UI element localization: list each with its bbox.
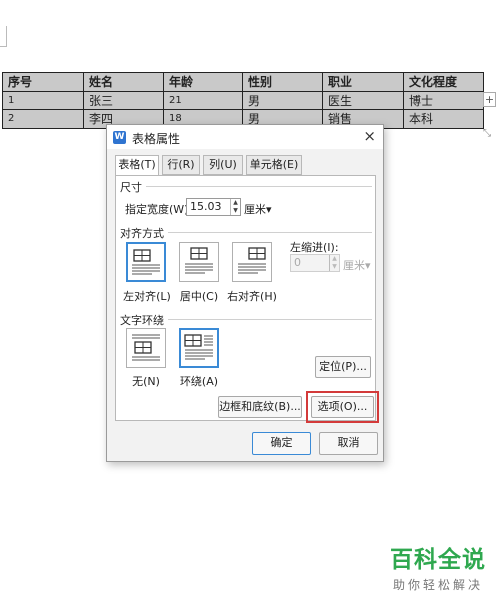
dialog-title: 表格属性	[132, 132, 181, 146]
left-indent-spinner[interactable]: 0 ▲ ▼	[290, 254, 340, 272]
wrap-group-label: 文字环绕	[120, 312, 168, 328]
left-indent-label: 左缩进(I):	[290, 241, 339, 254]
tab-row[interactable]: 行(R)	[162, 155, 200, 175]
spin-arrows-icon[interactable]: ▲ ▼	[329, 255, 339, 271]
align-right-icon	[238, 247, 266, 274]
left-indent-unit-select[interactable]: 厘米▾	[343, 257, 371, 273]
watermark-subtitle: 助你轻松解决	[392, 578, 483, 592]
options-highlight-box	[306, 391, 379, 423]
add-row-button[interactable]: +	[483, 92, 496, 107]
watermark: 百科全说 助你轻松解决	[390, 540, 486, 593]
wrap-none-option[interactable]	[126, 328, 166, 368]
align-left-label: 左对齐(L)	[123, 290, 171, 303]
align-center-icon	[185, 247, 213, 274]
table-row: 1 张三 21 男 医生 博士	[2, 90, 484, 110]
table-cell[interactable]: 2	[2, 109, 84, 129]
table-cell[interactable]: 本科	[403, 109, 484, 129]
close-icon[interactable]: ×	[363, 128, 376, 144]
tab-table[interactable]: 表格(T)	[115, 155, 159, 176]
table-header-row: 序号 姓名 年龄 性别 职业 文化程度	[2, 72, 484, 92]
cancel-button[interactable]: 取消	[319, 432, 378, 455]
align-center-option[interactable]	[179, 242, 219, 282]
tab-cell[interactable]: 单元格(E)	[246, 155, 302, 175]
table-header-cell[interactable]: 职业	[322, 72, 404, 92]
wps-app-icon: W	[113, 131, 126, 144]
table-header-cell[interactable]: 年龄	[163, 72, 243, 92]
table-resize-handle[interactable]: ⤡	[483, 128, 491, 139]
width-unit-select[interactable]: 厘米▾	[244, 201, 272, 217]
borders-shading-button[interactable]: 边框和底纹(B)...	[218, 396, 302, 418]
align-right-option[interactable]	[232, 242, 272, 282]
wrap-none-icon	[132, 334, 160, 361]
table-cell[interactable]: 医生	[322, 90, 404, 110]
wrap-around-option[interactable]	[179, 328, 219, 368]
document-table[interactable]: 序号 姓名 年龄 性别 职业 文化程度 1 张三 21 男 医生 博士 2 李四…	[2, 72, 484, 129]
wrap-around-label: 环绕(A)	[179, 375, 219, 388]
align-left-icon	[132, 249, 160, 275]
size-group-label: 尺寸	[120, 179, 146, 195]
width-label: 指定宽度(W):	[125, 203, 193, 216]
group-divider	[120, 186, 372, 187]
table-header-cell[interactable]: 序号	[2, 72, 84, 92]
wrap-around-icon	[184, 334, 213, 360]
watermark-logo: 百科全说	[390, 547, 486, 573]
dialog-titlebar[interactable]: W 表格属性 ×	[107, 125, 383, 149]
table-header-cell[interactable]: 性别	[242, 72, 323, 92]
table-cell[interactable]: 博士	[403, 90, 484, 110]
table-properties-dialog: W 表格属性 × 表格(T) 行(R) 列(U) 单元格(E) 尺寸 指定宽度(…	[106, 124, 384, 462]
width-spinner[interactable]: 15.03 ▲ ▼	[186, 198, 241, 216]
align-center-label: 居中(C)	[179, 290, 219, 303]
table-header-cell[interactable]: 文化程度	[403, 72, 484, 92]
position-button[interactable]: 定位(P)...	[315, 356, 371, 378]
table-cell[interactable]: 21	[163, 90, 243, 110]
align-left-option[interactable]	[126, 242, 166, 282]
table-cell[interactable]: 1	[2, 90, 84, 110]
ok-button[interactable]: 确定	[252, 432, 311, 455]
width-value: 15.03	[190, 200, 222, 213]
tab-column[interactable]: 列(U)	[203, 155, 243, 175]
wrap-none-label: 无(N)	[132, 375, 160, 388]
alignment-group-label: 对齐方式	[120, 225, 168, 241]
align-right-label: 右对齐(H)	[227, 290, 277, 303]
table-tab-panel: 尺寸 指定宽度(W): 15.03 ▲ ▼ 厘米▾ 对齐方式 左对齐(L) 居中…	[115, 175, 379, 423]
table-cell[interactable]: 男	[242, 90, 323, 110]
table-header-cell[interactable]: 姓名	[83, 72, 164, 92]
spin-arrows-icon[interactable]: ▲ ▼	[230, 199, 240, 215]
left-indent-value: 0	[294, 256, 301, 269]
table-cell[interactable]: 张三	[83, 90, 164, 110]
